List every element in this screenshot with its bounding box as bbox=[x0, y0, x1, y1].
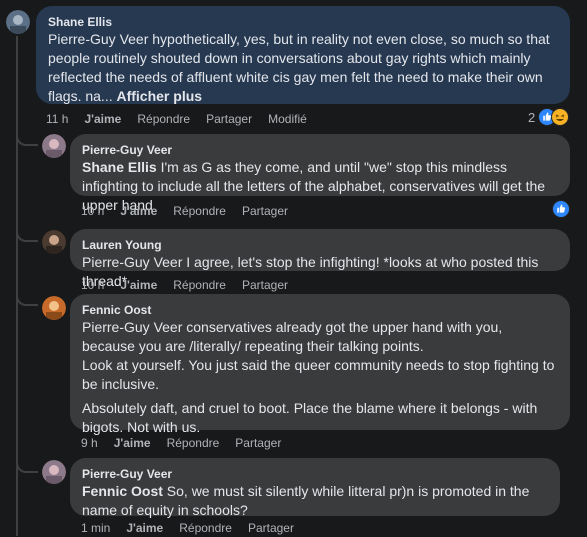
share-button[interactable]: Partager bbox=[248, 520, 294, 536]
share-button[interactable]: Partager bbox=[242, 277, 288, 293]
comment-paragraph: Look at yourself. You just said the quee… bbox=[82, 357, 555, 392]
comment-text: Pierre-Guy Veer conservatives already go… bbox=[82, 318, 558, 437]
timestamp[interactable]: 9 h bbox=[81, 435, 98, 451]
like-button[interactable]: J'aime bbox=[120, 203, 157, 219]
edited-label: Modifié bbox=[268, 112, 307, 126]
like-reaction-icon bbox=[552, 200, 570, 218]
comment-text: Fennic Oost So, we must sit silently whi… bbox=[82, 482, 548, 520]
reactions[interactable]: 2 bbox=[528, 108, 570, 126]
comment-bubble: Lauren Young Pierre-Guy Veer I agree, le… bbox=[70, 229, 570, 289]
timestamp[interactable]: 10 h bbox=[81, 277, 104, 293]
comment-actions: 9 h J'aime Répondre Partager bbox=[81, 435, 297, 451]
haha-reaction-icon bbox=[551, 108, 570, 126]
comment-actions: 1 min J'aime Répondre Partager bbox=[81, 520, 310, 536]
comment-bubble: Shane Ellis Pierre-Guy Veer hypothetical… bbox=[36, 6, 570, 104]
reply-button[interactable]: Répondre bbox=[173, 203, 226, 219]
like-button[interactable]: J'aime bbox=[126, 520, 163, 536]
share-button[interactable]: Partager bbox=[242, 203, 288, 219]
comment-paragraph: Absolutely daft, and cruel to boot. Plac… bbox=[82, 400, 538, 435]
comment-bubble: Pierre-Guy Veer Shane Ellis I'm as G as … bbox=[70, 134, 570, 213]
like-button[interactable]: J'aime bbox=[114, 435, 151, 451]
comment-author[interactable]: Fennic Oost bbox=[82, 302, 558, 318]
reactions[interactable] bbox=[552, 200, 570, 218]
reply-button[interactable]: Répondre bbox=[179, 520, 232, 536]
avatar[interactable] bbox=[42, 230, 66, 254]
reply-button[interactable]: Répondre bbox=[137, 111, 190, 127]
thread-branch bbox=[16, 290, 38, 306]
like-button[interactable]: J'aime bbox=[120, 277, 157, 293]
comment-bubble: Pierre-Guy Veer Fennic Oost So, we must … bbox=[70, 458, 560, 518]
reply-button[interactable]: Répondre bbox=[173, 277, 226, 293]
comment-bubble: Fennic Oost Pierre-Guy Veer conservative… bbox=[70, 294, 570, 435]
avatar[interactable] bbox=[6, 10, 30, 34]
share-button[interactable]: Partager bbox=[206, 111, 252, 127]
mention-link[interactable]: Fennic Oost bbox=[82, 483, 163, 499]
thread-branch bbox=[16, 226, 38, 242]
avatar[interactable] bbox=[42, 460, 66, 484]
like-button[interactable]: J'aime bbox=[84, 111, 121, 127]
thread-branch bbox=[16, 457, 38, 473]
comment-actions: 10 h J'aime Répondre Partager bbox=[81, 203, 304, 219]
comment-paragraph: Pierre-Guy Veer conservatives already go… bbox=[82, 319, 503, 354]
comment-author[interactable]: Lauren Young bbox=[82, 237, 558, 253]
reply-button[interactable]: Répondre bbox=[167, 435, 220, 451]
avatar[interactable] bbox=[42, 134, 66, 158]
thread-branch bbox=[16, 130, 38, 146]
mention-link[interactable]: Shane Ellis bbox=[82, 159, 157, 175]
comment-actions: 10 h J'aime Répondre Partager bbox=[81, 277, 304, 293]
comment-author[interactable]: Pierre-Guy Veer bbox=[82, 142, 558, 158]
comment-author[interactable]: Pierre-Guy Veer bbox=[82, 466, 548, 482]
avatar[interactable] bbox=[42, 296, 66, 320]
see-more-link[interactable]: Afficher plus bbox=[116, 88, 202, 104]
timestamp[interactable]: 10 h bbox=[81, 203, 104, 219]
comment-text: Pierre-Guy Veer hypothetically, yes, but… bbox=[48, 30, 558, 106]
comment-author[interactable]: Shane Ellis bbox=[48, 14, 558, 30]
reaction-count: 2 bbox=[528, 109, 536, 125]
timestamp[interactable]: 11 h bbox=[46, 111, 68, 127]
share-button[interactable]: Partager bbox=[235, 435, 281, 451]
timestamp[interactable]: 1 min bbox=[81, 520, 110, 536]
comment-actions: 11 h J'aime Répondre Partager Modifié bbox=[46, 111, 323, 127]
